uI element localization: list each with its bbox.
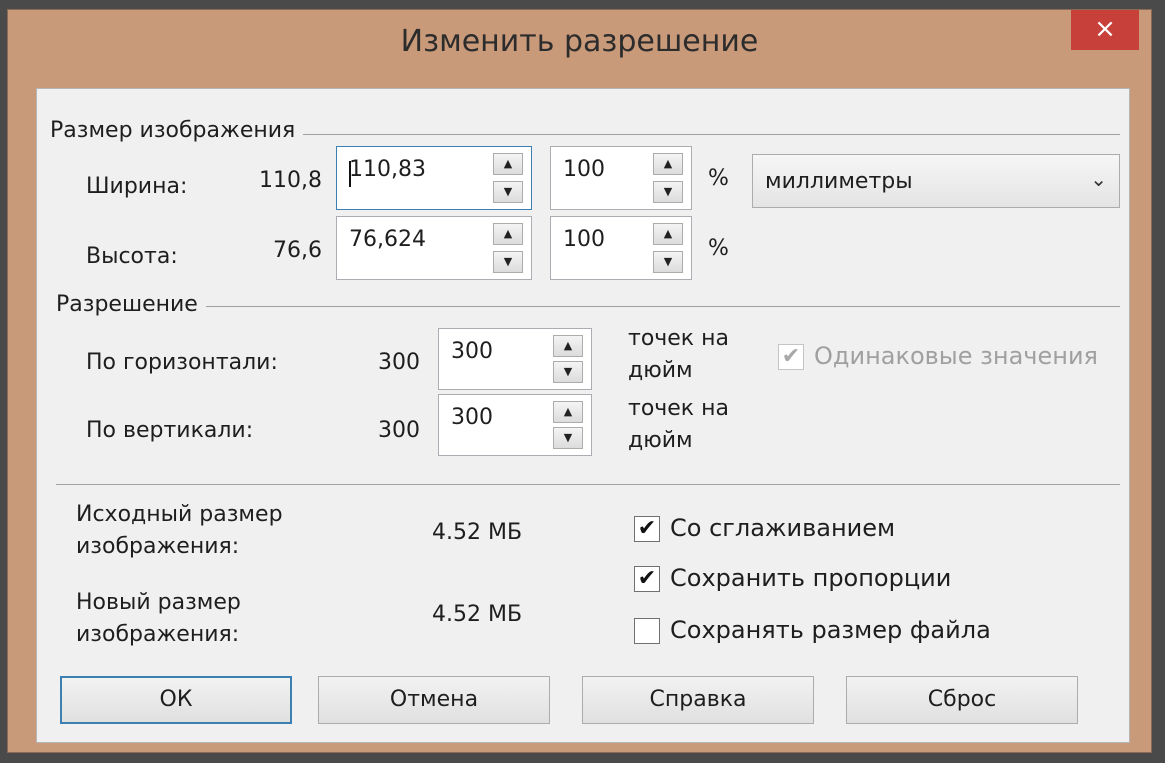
height-input-value[interactable]: 76,624 bbox=[349, 227, 426, 252]
antialias-label: Со сглаживанием bbox=[670, 514, 896, 542]
height-down-arrow-icon[interactable]: ▼ bbox=[493, 251, 523, 273]
width-percent-spin-arrows: ▲ ▼ bbox=[653, 153, 685, 203]
horizontal-unit-line1: точек на bbox=[628, 326, 729, 351]
horizontal-current-value: 300 bbox=[378, 350, 420, 375]
width-up-arrow-icon[interactable]: ▲ bbox=[493, 153, 523, 175]
width-spinbox[interactable]: 110,83 ▲ ▼ bbox=[336, 146, 532, 210]
vertical-up-arrow-icon[interactable]: ▲ bbox=[553, 401, 583, 423]
height-label: Высота: bbox=[86, 244, 178, 269]
width-percent-value[interactable]: 100 bbox=[563, 157, 605, 182]
height-spin-arrows: ▲ ▼ bbox=[493, 223, 525, 273]
reset-button[interactable]: Сброс bbox=[846, 676, 1078, 724]
vertical-current-value: 300 bbox=[378, 418, 420, 443]
height-up-arrow-icon[interactable]: ▲ bbox=[493, 223, 523, 245]
identical-values-checkbox[interactable]: ✔ bbox=[778, 344, 804, 370]
height-spinbox[interactable]: 76,624 ▲ ▼ bbox=[336, 216, 532, 280]
width-percent-spinbox[interactable]: 100 ▲ ▼ bbox=[550, 146, 692, 210]
keep-proportions-checkbox[interactable]: ✔ bbox=[634, 566, 660, 592]
horizontal-unit-line2: дюйм bbox=[628, 358, 693, 383]
units-selected: миллиметры bbox=[765, 169, 913, 194]
vertical-label: По вертикали: bbox=[86, 418, 254, 443]
horizontal-resolution-spinbox[interactable]: 300 ▲ ▼ bbox=[438, 328, 592, 390]
ok-button[interactable]: ОК bbox=[60, 676, 292, 724]
close-button[interactable]: × bbox=[1071, 10, 1139, 50]
text-cursor bbox=[349, 161, 351, 187]
resize-dialog: Изменить разрешение × Размер изображения… bbox=[8, 10, 1151, 752]
image-size-group-title: Размер изображения bbox=[50, 118, 304, 143]
title-bar[interactable]: Изменить разрешение × bbox=[8, 10, 1151, 80]
help-button[interactable]: Справка bbox=[582, 676, 814, 724]
chevron-down-icon: ⌄ bbox=[1090, 167, 1107, 191]
height-percent-spin-arrows: ▲ ▼ bbox=[653, 223, 685, 273]
width-percent-sign: % bbox=[708, 166, 729, 191]
original-size-label-line1: Исходный размер bbox=[76, 502, 283, 527]
keep-file-size-checkbox[interactable] bbox=[634, 618, 660, 644]
horizontal-spin-arrows: ▲ ▼ bbox=[553, 335, 585, 383]
vertical-spin-arrows: ▲ ▼ bbox=[553, 401, 585, 449]
original-size-value: 4.52 МБ bbox=[432, 520, 523, 545]
width-input-value[interactable]: 110,83 bbox=[349, 157, 426, 182]
vertical-resolution-value[interactable]: 300 bbox=[451, 405, 493, 430]
height-percent-down-arrow-icon[interactable]: ▼ bbox=[653, 251, 683, 273]
resolution-group-title: Разрешение bbox=[56, 292, 206, 317]
horizontal-resolution-value[interactable]: 300 bbox=[451, 339, 493, 364]
section-divider bbox=[56, 484, 1120, 485]
horizontal-down-arrow-icon[interactable]: ▼ bbox=[553, 361, 583, 383]
dialog-title: Изменить разрешение bbox=[400, 24, 759, 59]
width-down-arrow-icon[interactable]: ▼ bbox=[493, 181, 523, 203]
cancel-button[interactable]: Отмена bbox=[318, 676, 550, 724]
new-size-label-line1: Новый размер bbox=[76, 590, 241, 615]
dialog-body: Размер изображения Ширина: 110,8 110,83 … bbox=[36, 88, 1130, 743]
height-percent-spinbox[interactable]: 100 ▲ ▼ bbox=[550, 216, 692, 280]
width-label: Ширина: bbox=[86, 174, 188, 199]
height-percent-value[interactable]: 100 bbox=[563, 227, 605, 252]
vertical-unit-line1: точек на bbox=[628, 396, 729, 421]
width-percent-up-arrow-icon[interactable]: ▲ bbox=[653, 153, 683, 175]
resolution-divider bbox=[56, 306, 1120, 307]
vertical-down-arrow-icon[interactable]: ▼ bbox=[553, 427, 583, 449]
keep-proportions-label: Сохранить пропорции bbox=[670, 564, 952, 592]
width-current-value: 110,8 bbox=[259, 168, 322, 193]
vertical-unit-line2: дюйм bbox=[628, 428, 693, 453]
identical-values-label: Одинаковые значения bbox=[814, 342, 1098, 370]
antialias-checkbox[interactable]: ✔ bbox=[634, 516, 660, 542]
original-size-label-line2: изображения: bbox=[76, 534, 240, 559]
vertical-resolution-spinbox[interactable]: 300 ▲ ▼ bbox=[438, 394, 592, 456]
height-percent-sign: % bbox=[708, 236, 729, 261]
horizontal-label: По горизонтали: bbox=[86, 350, 278, 375]
new-size-label-line2: изображения: bbox=[76, 622, 240, 647]
height-percent-up-arrow-icon[interactable]: ▲ bbox=[653, 223, 683, 245]
new-size-value: 4.52 МБ bbox=[432, 602, 523, 627]
width-percent-down-arrow-icon[interactable]: ▼ bbox=[653, 181, 683, 203]
units-dropdown[interactable]: миллиметры ⌄ bbox=[752, 154, 1120, 208]
width-spin-arrows: ▲ ▼ bbox=[493, 153, 525, 203]
keep-file-size-label: Сохранять размер файла bbox=[670, 616, 991, 644]
height-current-value: 76,6 bbox=[273, 238, 322, 263]
horizontal-up-arrow-icon[interactable]: ▲ bbox=[553, 335, 583, 357]
